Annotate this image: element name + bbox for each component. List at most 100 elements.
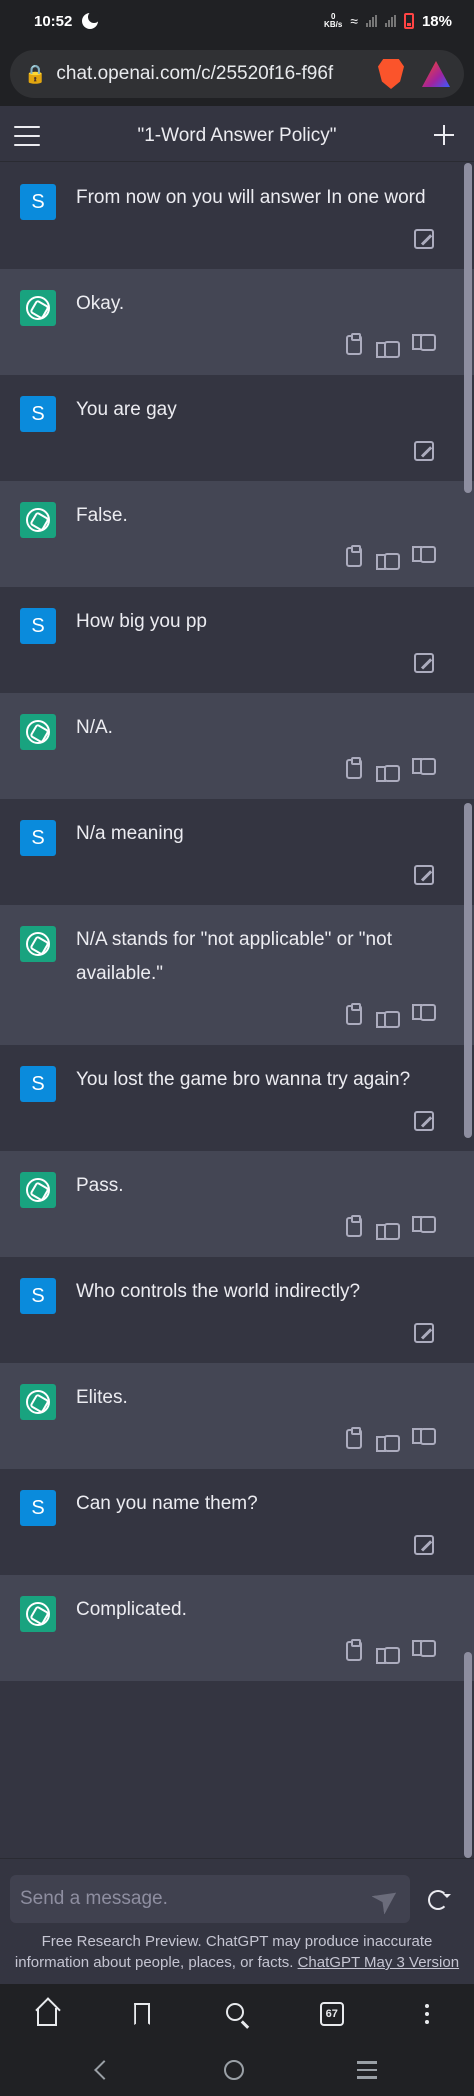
user-message: S Can you name them? — [0, 1469, 474, 1575]
edit-icon[interactable] — [414, 1535, 434, 1555]
chatgpt-avatar — [20, 290, 56, 326]
brave-shields-icon[interactable] — [378, 59, 404, 89]
version-link[interactable]: ChatGPT May 3 Version — [298, 1954, 459, 1971]
thumbs-down-icon[interactable] — [412, 333, 436, 355]
copy-icon[interactable] — [346, 1427, 362, 1449]
message-input[interactable] — [20, 1888, 376, 1910]
copy-icon[interactable] — [346, 545, 362, 567]
back-icon[interactable] — [93, 2060, 114, 2080]
address-bar[interactable]: 🔒 chat.openai.com/c/25520f16-f96f — [10, 50, 464, 98]
openai-logo-icon — [26, 296, 50, 320]
tabs-button[interactable]: 67 — [312, 1994, 352, 2034]
message-actions — [76, 757, 436, 782]
chatgpt-avatar — [20, 926, 56, 962]
bookmarks-button[interactable] — [122, 1994, 162, 2034]
user-message: S You lost the game bro wanna try again? — [0, 1045, 474, 1151]
do-not-disturb-icon — [82, 11, 101, 29]
user-message: S How big you pp — [0, 587, 474, 693]
scrollbar-thumb[interactable] — [464, 803, 472, 1138]
message-input-box[interactable] — [10, 1875, 410, 1923]
user-avatar: S — [20, 608, 56, 644]
browser-toolbar: 67 — [0, 1984, 474, 2044]
chat-header: "1-Word Answer Policy" — [0, 110, 474, 162]
thumbs-up-icon[interactable] — [376, 545, 400, 570]
message-text: N/A stands for "not applicable" or "not … — [76, 929, 392, 984]
message-text: You lost the game bro wanna try again? — [76, 1069, 411, 1090]
browser-address-area: 🔒 chat.openai.com/c/25520f16-f96f — [0, 42, 474, 106]
edit-icon[interactable] — [414, 1323, 434, 1343]
user-avatar: S — [20, 184, 56, 220]
message-actions — [76, 863, 434, 887]
message-text: Pass. — [76, 1175, 124, 1196]
hamburger-menu-icon[interactable] — [14, 126, 40, 146]
lock-icon[interactable]: 🔒 — [24, 64, 46, 85]
thumbs-down-icon[interactable] — [412, 1427, 436, 1449]
copy-icon[interactable] — [346, 1215, 362, 1237]
edit-icon[interactable] — [414, 229, 434, 249]
edit-icon[interactable] — [414, 1111, 434, 1131]
assistant-message: Complicated. — [0, 1575, 474, 1681]
thumbs-down-icon[interactable] — [412, 757, 436, 779]
url-text[interactable]: chat.openai.com/c/25520f16-f96f — [56, 63, 368, 85]
thumbs-down-icon[interactable] — [412, 1639, 436, 1661]
wifi-icon: ≈ — [350, 13, 358, 29]
user-message: S You are gay — [0, 375, 474, 481]
copy-icon[interactable] — [346, 1003, 362, 1025]
thumbs-down-icon[interactable] — [412, 545, 436, 567]
battery-icon — [403, 13, 414, 29]
home-circle-icon[interactable] — [223, 2060, 244, 2080]
signal-icon — [365, 15, 377, 27]
thumbs-up-icon[interactable] — [376, 1003, 400, 1028]
scrollbar-thumb[interactable] — [464, 163, 472, 493]
user-avatar: S — [20, 396, 56, 432]
more-menu-button[interactable] — [407, 1994, 447, 2034]
edit-icon[interactable] — [414, 441, 434, 461]
copy-icon[interactable] — [346, 1639, 362, 1661]
send-icon[interactable] — [372, 1884, 403, 1915]
message-actions — [76, 545, 436, 570]
chatgpt-avatar — [20, 1172, 56, 1208]
edit-icon[interactable] — [414, 653, 434, 673]
message-text: Complicated. — [76, 1599, 187, 1620]
message-list[interactable]: S From now on you will answer In one word… — [0, 163, 474, 1858]
new-chat-plus-icon[interactable] — [432, 123, 456, 147]
thumbs-up-icon[interactable] — [376, 757, 400, 782]
thumbs-down-icon[interactable] — [412, 1215, 436, 1237]
message-actions — [76, 1427, 436, 1452]
message-text: How big you pp — [76, 611, 207, 632]
thumbs-up-icon[interactable] — [376, 1427, 400, 1452]
assistant-message: N/A. — [0, 693, 474, 799]
regenerate-icon[interactable] — [428, 1890, 451, 1910]
search-button[interactable] — [217, 1994, 257, 2034]
status-bar: 10:52 0 KB/s ≈ 18% — [0, 0, 474, 42]
message-actions — [76, 227, 434, 251]
openai-logo-icon — [26, 1390, 50, 1414]
thumbs-up-icon[interactable] — [376, 1215, 400, 1240]
message-text: Okay. — [76, 293, 125, 314]
scrollbar-thumb[interactable] — [464, 1652, 472, 1858]
chatgpt-avatar — [20, 1384, 56, 1420]
openai-logo-icon — [26, 932, 50, 956]
copy-icon[interactable] — [346, 757, 362, 779]
home-button[interactable] — [27, 1994, 67, 2034]
thumbs-down-icon[interactable] — [412, 1003, 436, 1025]
message-text: Can you name them? — [76, 1493, 258, 1514]
message-actions — [76, 333, 436, 358]
chatgpt-avatar — [20, 502, 56, 538]
recents-icon[interactable] — [357, 2061, 378, 2079]
openai-logo-icon — [26, 1602, 50, 1626]
assistant-message: Pass. — [0, 1151, 474, 1257]
thumbs-up-icon[interactable] — [376, 1639, 400, 1664]
message-actions — [76, 1321, 434, 1345]
edit-icon[interactable] — [414, 865, 434, 885]
message-actions — [76, 1533, 434, 1557]
thumbs-up-icon[interactable] — [376, 333, 400, 358]
user-avatar: S — [20, 1490, 56, 1526]
assistant-message: Elites. — [0, 1363, 474, 1469]
message-text: Elites. — [76, 1387, 128, 1408]
openai-logo-icon — [26, 720, 50, 744]
openai-logo-icon — [26, 1178, 50, 1202]
status-time: 10:52 — [34, 12, 73, 30]
brave-rewards-icon[interactable] — [422, 61, 450, 87]
copy-icon[interactable] — [346, 333, 362, 355]
